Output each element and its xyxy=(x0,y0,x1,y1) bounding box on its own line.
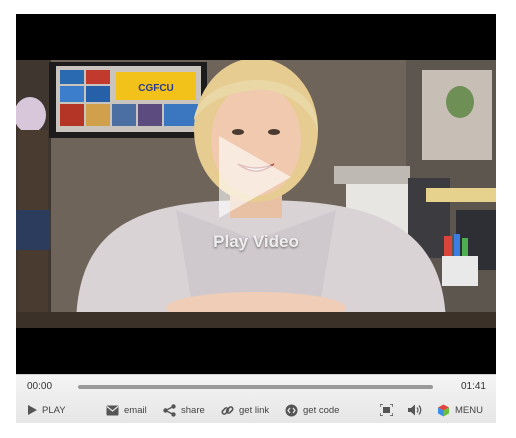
play-video-overlay-button[interactable]: Play Video xyxy=(16,14,496,374)
get-code-button[interactable]: get code xyxy=(285,401,339,419)
get-link-label: get link xyxy=(239,404,270,416)
current-time: 00:00 xyxy=(27,381,53,392)
code-icon xyxy=(285,404,298,416)
get-code-label: get code xyxy=(303,404,340,416)
get-link-button[interactable]: get link xyxy=(221,401,269,419)
share-icon xyxy=(163,403,176,417)
total-time: 01:41 xyxy=(460,381,486,392)
email-icon xyxy=(106,405,119,415)
fullscreen-icon xyxy=(380,404,393,416)
share-button[interactable]: share xyxy=(163,401,205,419)
menu-logo-icon xyxy=(438,404,449,416)
action-bar: PLAY email share get link get code MENU xyxy=(16,401,496,419)
control-bar: 00:00 01:41 PLAY email share get link ge… xyxy=(16,374,496,423)
progress-bar[interactable] xyxy=(78,385,433,389)
video-area: CGFCU Play Video xyxy=(16,14,496,374)
share-label: share xyxy=(181,404,205,416)
play-video-label: Play Video xyxy=(213,232,299,251)
email-label: email xyxy=(124,404,147,416)
volume-button[interactable] xyxy=(408,401,423,419)
email-button[interactable]: email xyxy=(106,401,147,419)
big-play-icon xyxy=(219,136,291,218)
menu-label: MENU xyxy=(455,404,483,416)
speaker-icon xyxy=(408,404,422,416)
video-player: CGFCU Play Video 00:00 01:41 PLAY email … xyxy=(16,14,496,423)
fullscreen-button[interactable] xyxy=(380,401,393,419)
link-icon xyxy=(221,405,234,415)
menu-button[interactable]: MENU xyxy=(437,401,483,419)
play-icon xyxy=(28,405,37,415)
play-label: PLAY xyxy=(42,404,66,416)
play-button[interactable]: PLAY xyxy=(28,401,66,419)
